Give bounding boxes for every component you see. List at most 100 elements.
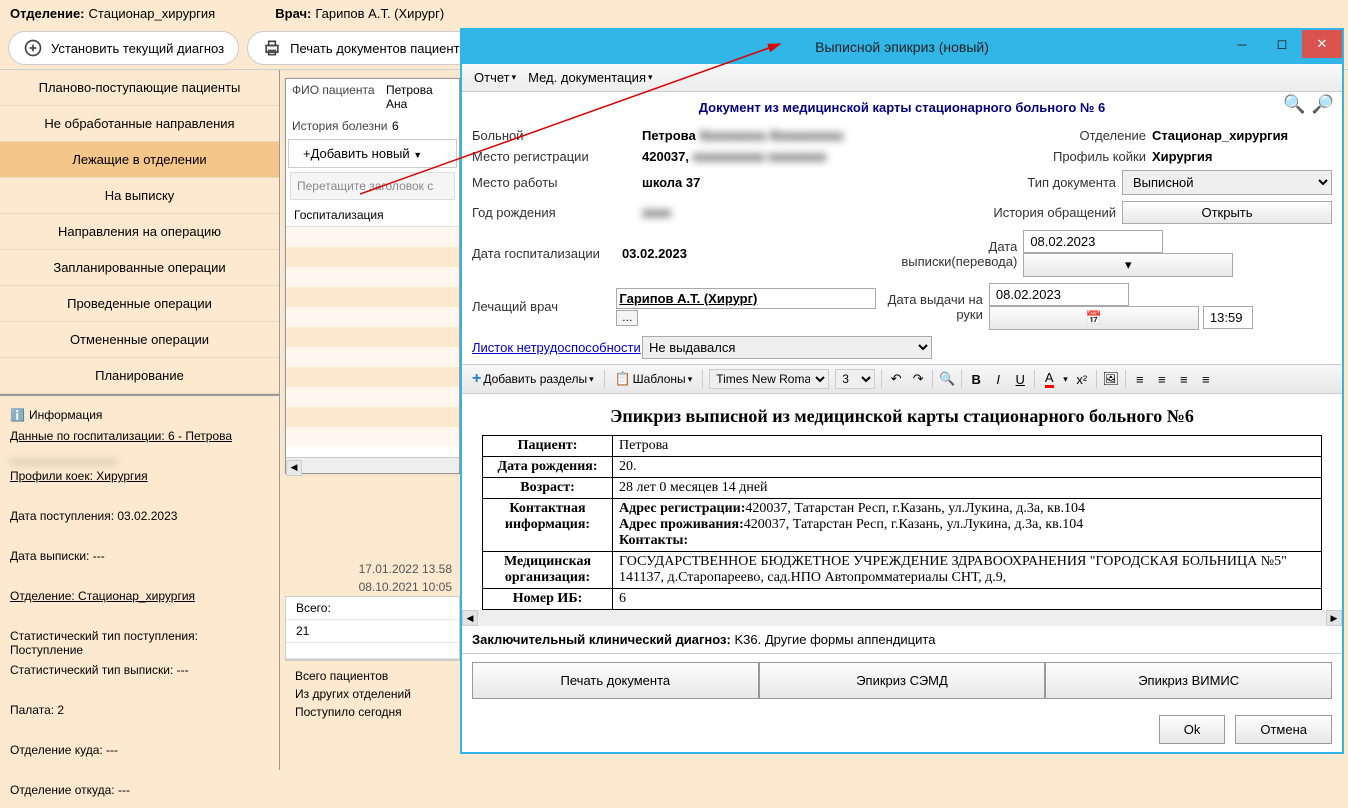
set-diagnosis-label: Установить текущий диагноз xyxy=(51,41,224,56)
close-button[interactable]: ✕ xyxy=(1302,30,1342,58)
info-line: Отделение куда: --- xyxy=(10,740,269,760)
sidebar-item[interactable]: На выписку xyxy=(0,178,279,214)
birth-label: Год рождения xyxy=(472,205,642,220)
sidebar-item[interactable]: Проведенные операции xyxy=(0,286,279,322)
font-color-chevron[interactable]: ▾ xyxy=(1063,374,1068,385)
templates-button[interactable]: 📋 Шаблоны ▾ xyxy=(611,369,697,389)
plus-icon: + xyxy=(472,370,481,388)
birth-value: xxxx xyxy=(642,205,671,220)
work-label: Место работы xyxy=(472,175,642,190)
discharge-date-input[interactable] xyxy=(1023,230,1163,253)
ok-button[interactable]: Ok xyxy=(1159,715,1226,744)
find-icon[interactable]: 🔍 xyxy=(939,371,955,387)
reg-value: 420037, xxxxxxxxxx xxxxxxxx xyxy=(642,149,826,164)
diagnosis-icon xyxy=(23,38,43,58)
image-icon[interactable]: 🖼 xyxy=(1103,371,1119,387)
align-justify-icon[interactable]: ≡ xyxy=(1198,371,1214,387)
zoom-out-icon[interactable]: 🔎 xyxy=(1312,94,1334,115)
hospitalization-header[interactable]: Госпитализация xyxy=(286,204,459,227)
hand-time-input[interactable] xyxy=(1203,306,1253,329)
total-value: 21 xyxy=(296,624,309,638)
open-history-button[interactable]: Открыть xyxy=(1122,201,1332,224)
sidebar-item[interactable]: Запланированные операции xyxy=(0,250,279,286)
vimis-button[interactable]: Эпикриз ВИМИС xyxy=(1045,662,1332,699)
dept-label: Отделение: xyxy=(10,6,85,21)
dept-value: Стационар_хирургия xyxy=(89,6,216,21)
sidebar-item[interactable]: Планирование xyxy=(0,358,279,394)
align-center-icon[interactable]: ≡ xyxy=(1154,371,1170,387)
date-row: 17.01.2022 13.58 xyxy=(285,560,460,578)
minimize-button[interactable]: ─ xyxy=(1222,30,1262,58)
semd-button[interactable]: Эпикриз СЭМД xyxy=(759,662,1046,699)
zoom-in-icon[interactable]: 🔍 xyxy=(1283,94,1305,115)
drag-hint: Перетащите заголовок с xyxy=(290,172,455,200)
doc-row-value: 20. xyxy=(613,457,1322,478)
document-editor[interactable]: Эпикриз выписной из медицинской карты ст… xyxy=(462,394,1342,610)
info-panel: ℹ️ Информация Данные по госпитализации: … xyxy=(0,394,279,808)
dept-label-m: Отделение xyxy=(1079,128,1152,143)
hand-date-input[interactable] xyxy=(989,283,1129,306)
sidebar-item[interactable]: Направления на операцию xyxy=(0,214,279,250)
doctor-lookup-button[interactable]: … xyxy=(616,310,638,326)
report-menu[interactable]: Отчет ▾ xyxy=(470,68,520,87)
final-diag-label: Заключительный клинический диагноз: xyxy=(472,632,731,647)
info-line: Отделение: Стационар_хирургия xyxy=(10,586,269,606)
info-line xyxy=(10,606,269,626)
meddoc-menu[interactable]: Мед. документация ▾ xyxy=(524,68,656,87)
template-icon: 📋 xyxy=(615,371,631,387)
underline-icon[interactable]: U xyxy=(1012,371,1028,387)
hscroll-left[interactable]: ◀ xyxy=(462,610,478,626)
sup-icon[interactable]: x² xyxy=(1074,371,1090,387)
redo-icon[interactable]: ↷ xyxy=(910,371,926,387)
info-line xyxy=(10,760,269,780)
print-docs-button[interactable]: Печать документов пациент xyxy=(247,31,474,65)
sick-leave-link[interactable]: Листок нетрудоспособности xyxy=(472,340,642,355)
doctype-select[interactable]: Выписной xyxy=(1122,170,1332,195)
info-line: ________________ xyxy=(10,446,269,466)
add-new-button[interactable]: +Добавить новый ▼ xyxy=(288,139,457,168)
align-right-icon[interactable]: ≡ xyxy=(1176,371,1192,387)
info-line xyxy=(10,526,269,546)
history-value: 6 xyxy=(392,119,399,133)
maximize-button[interactable]: ◻ xyxy=(1262,30,1302,58)
date-picker-button[interactable]: ▾ xyxy=(1023,253,1233,277)
undo-icon[interactable]: ↶ xyxy=(888,371,904,387)
bed-label: Профиль койки xyxy=(1053,149,1152,164)
add-sections-button[interactable]: + Добавить разделы ▾ xyxy=(468,368,598,390)
size-select[interactable]: 3 xyxy=(835,369,875,389)
sidebar-item[interactable]: Не обработанные направления xyxy=(0,106,279,142)
hosp-date-label: Дата госпитализации xyxy=(472,246,622,261)
info-title: Информация xyxy=(29,408,102,422)
sidebar-item[interactable]: Лежащие в отделении xyxy=(0,142,279,178)
sidebar-item[interactable]: Отмененные операции xyxy=(0,322,279,358)
info-line xyxy=(10,680,269,700)
set-diagnosis-button[interactable]: Установить текущий диагноз xyxy=(8,31,239,65)
patient-label: Больной xyxy=(472,128,642,143)
info-line: Статистический тип выписки: --- xyxy=(10,660,269,680)
sick-leave-select[interactable]: Не выдавался xyxy=(642,336,932,359)
scroll-left[interactable]: ◀ xyxy=(286,460,302,476)
print-icon xyxy=(262,38,282,58)
align-left-icon[interactable]: ≡ xyxy=(1132,371,1148,387)
final-diag-value: K36. Другие формы аппендицита xyxy=(734,632,935,647)
discharge-date-label: Дата выписки(перевода) xyxy=(887,239,1024,269)
hand-date-picker[interactable]: 📅 xyxy=(989,306,1199,330)
fio-value: Петрова Ана xyxy=(386,83,453,111)
hscroll-right[interactable]: ▶ xyxy=(1326,610,1342,626)
doc-row-label: Номер ИБ: xyxy=(483,589,613,610)
hosp-date-value: 03.02.2023 xyxy=(622,246,687,261)
font-select[interactable]: Times New Roman xyxy=(709,369,829,389)
italic-icon[interactable]: I xyxy=(990,371,1006,387)
bold-icon[interactable]: B xyxy=(968,371,984,387)
cancel-button[interactable]: Отмена xyxy=(1235,715,1332,744)
work-value: школа 37 xyxy=(642,175,700,190)
font-color-icon[interactable]: A xyxy=(1041,371,1057,387)
doctor-label-m: Лечащий врач xyxy=(472,299,616,314)
doctor-label: Врач: xyxy=(275,6,311,21)
sidebar-item[interactable]: Планово-поступающие пациенты xyxy=(0,70,279,106)
chevron-down-icon: ▼ xyxy=(413,150,422,160)
doctor-input[interactable] xyxy=(616,288,876,309)
info-line: Данные по госпитализации: 6 - Петрова xyxy=(10,426,269,446)
fio-label: ФИО пациента xyxy=(292,83,386,111)
print-doc-button[interactable]: Печать документа xyxy=(472,662,759,699)
